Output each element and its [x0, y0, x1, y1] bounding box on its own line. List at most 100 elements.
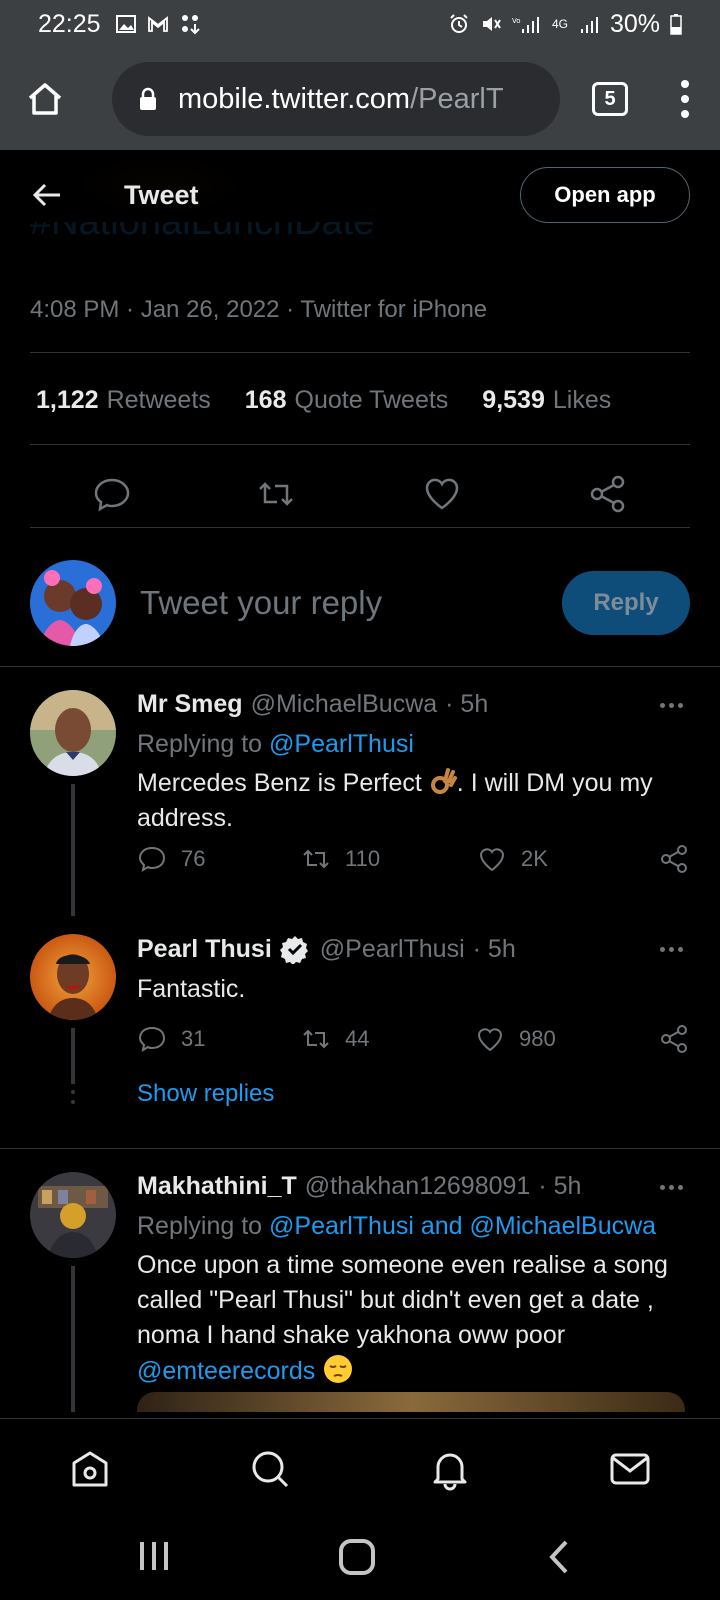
notifications-icon[interactable] — [428, 1447, 472, 1491]
likes-stat[interactable]: 9,539 Likes — [482, 386, 611, 415]
reply-button[interactable]: Reply — [562, 571, 690, 635]
retweet-icon[interactable] — [256, 474, 296, 514]
more-options-icon[interactable] — [660, 934, 690, 964]
like-count[interactable]: 980 — [475, 1024, 556, 1054]
status-bar: 22:25 Vo 4G 30% — [0, 0, 720, 48]
page-title: Tweet — [124, 179, 199, 210]
alarm-icon — [450, 14, 468, 33]
divider — [30, 352, 690, 353]
avatar[interactable] — [30, 690, 116, 776]
browser-toolbar: mobile.twitter.com/PearlT 5 — [0, 48, 720, 150]
avatar[interactable] — [30, 1172, 116, 1258]
share-icon[interactable] — [588, 474, 628, 514]
author-handle[interactable]: @thakhan12698091 — [305, 1172, 531, 1201]
divider — [0, 666, 720, 667]
retweet-count[interactable]: 110 — [301, 844, 380, 874]
tweet-actions — [0, 470, 720, 520]
thread-continuation-dots — [71, 1080, 75, 1104]
reply-icon — [138, 1026, 166, 1053]
bottom-navigation — [0, 1418, 720, 1514]
tweet-action-bar: 31 44 980 — [137, 1024, 693, 1058]
battery-icon — [670, 14, 682, 35]
tweet-author: Makhathini_T @thakhan12698091 · 5h — [137, 1172, 581, 1201]
thread-line — [71, 1028, 75, 1084]
tweet-header: Tweet Open app — [0, 150, 720, 240]
divider — [30, 527, 690, 528]
author-name[interactable]: Mr Smeg — [137, 690, 243, 719]
replying-to: Replying to @PearlThusi — [137, 730, 414, 758]
share-icon — [661, 845, 687, 873]
tweet-meta: 4:08 PM · Jan 26, 2022 · Twitter for iPh… — [30, 296, 488, 323]
system-navigation — [0, 1514, 720, 1600]
messages-icon[interactable] — [608, 1447, 652, 1491]
recent-apps-icon[interactable] — [136, 1538, 172, 1574]
reply-count[interactable]: 76 — [137, 844, 205, 874]
home-button[interactable] — [22, 76, 68, 122]
tweet-time: · 5h — [538, 1172, 582, 1200]
like-icon — [477, 1028, 503, 1052]
share-button[interactable] — [659, 844, 689, 874]
current-user-avatar — [30, 560, 116, 646]
pensive-face-emoji-icon — [324, 1355, 353, 1383]
address-bar[interactable]: mobile.twitter.com/PearlT — [112, 62, 560, 136]
reply-count[interactable]: 31 — [137, 1024, 205, 1054]
like-icon[interactable] — [422, 474, 462, 514]
reply-input[interactable]: Tweet your reply — [140, 584, 382, 622]
tweet-text: Mercedes Benz is Perfect . I will DM you… — [137, 768, 653, 832]
thread-line — [71, 1266, 75, 1412]
author-handle[interactable]: @PearlThusi — [320, 935, 465, 964]
tweet-author: Mr Smeg @MichaelBucwa · 5h — [137, 690, 488, 719]
show-replies-link[interactable]: Show replies — [137, 1080, 274, 1108]
tweet-time: · 5h — [445, 690, 489, 718]
tweet-action-bar: 76 110 2K — [137, 844, 693, 878]
author-name[interactable]: Makhathini_T — [137, 1172, 297, 1201]
battery-level: 30% — [609, 9, 660, 38]
reply-icon[interactable] — [92, 474, 132, 514]
mention-link[interactable]: @PearlThusi — [269, 730, 414, 758]
tweet-text: Once upon a time someone even realise a … — [137, 1251, 668, 1385]
reply-composer: Tweet your reply Reply — [30, 560, 690, 646]
status-time: 22:25 — [38, 9, 101, 38]
author-handle[interactable]: @MichaelBucwa — [251, 690, 438, 719]
ok-hand-emoji-icon — [430, 768, 457, 794]
share-button[interactable] — [659, 1024, 689, 1054]
browser-menu-button[interactable] — [680, 80, 690, 118]
mention-link[interactable]: @PearlThusi and @MichaelBucwa — [269, 1212, 656, 1240]
svg-text:Vo: Vo — [512, 17, 521, 25]
retweet-icon — [303, 849, 329, 869]
tweet-time: · 5h — [472, 934, 516, 963]
reply-tweet[interactable]: Pearl Thusi @PearlThusi · 5h Fantastic. … — [0, 934, 720, 1084]
divider — [0, 1148, 720, 1149]
avatar[interactable] — [30, 934, 116, 1020]
verified-badge-icon — [279, 936, 308, 964]
url-path: /PearlT — [410, 82, 504, 115]
retweet-count[interactable]: 44 — [301, 1024, 369, 1054]
retweet-icon — [303, 1029, 329, 1049]
gmail-icon — [147, 16, 168, 32]
lock-icon — [140, 87, 156, 110]
more-options-icon[interactable] — [660, 690, 690, 720]
gallery-icon — [115, 15, 136, 33]
author-name[interactable]: Pearl Thusi — [137, 935, 272, 964]
back-nav-icon[interactable] — [546, 1538, 572, 1576]
quote-tweets-stat[interactable]: 168 Quote Tweets — [245, 386, 449, 415]
reply-tweet[interactable]: Makhathini_T @thakhan12698091 · 5h Reply… — [0, 1172, 720, 1412]
back-arrow-icon[interactable] — [30, 178, 64, 212]
mute-icon — [482, 17, 501, 31]
divider — [30, 444, 690, 445]
home-nav-icon[interactable] — [338, 1538, 376, 1576]
signal-icon — [580, 17, 598, 33]
retweets-stat[interactable]: 1,122 Retweets — [36, 386, 211, 415]
more-options-icon[interactable] — [660, 1172, 690, 1202]
mention-link[interactable]: @emteerecords — [137, 1357, 315, 1385]
search-icon[interactable] — [248, 1447, 292, 1491]
tweet-author: Pearl Thusi @PearlThusi · 5h — [137, 934, 516, 964]
replying-to: Replying to @PearlThusi and @MichaelBucw… — [137, 1212, 657, 1240]
tweet-media-preview[interactable] — [137, 1392, 685, 1412]
reply-tweet[interactable]: Mr Smeg @MichaelBucwa · 5h Replying to @… — [0, 690, 720, 920]
home-icon[interactable] — [68, 1447, 112, 1491]
open-app-button[interactable]: Open app — [520, 167, 690, 223]
apps-dots-icon — [181, 15, 200, 35]
tab-switcher-button[interactable]: 5 — [592, 82, 628, 116]
like-count[interactable]: 2K — [477, 844, 548, 874]
